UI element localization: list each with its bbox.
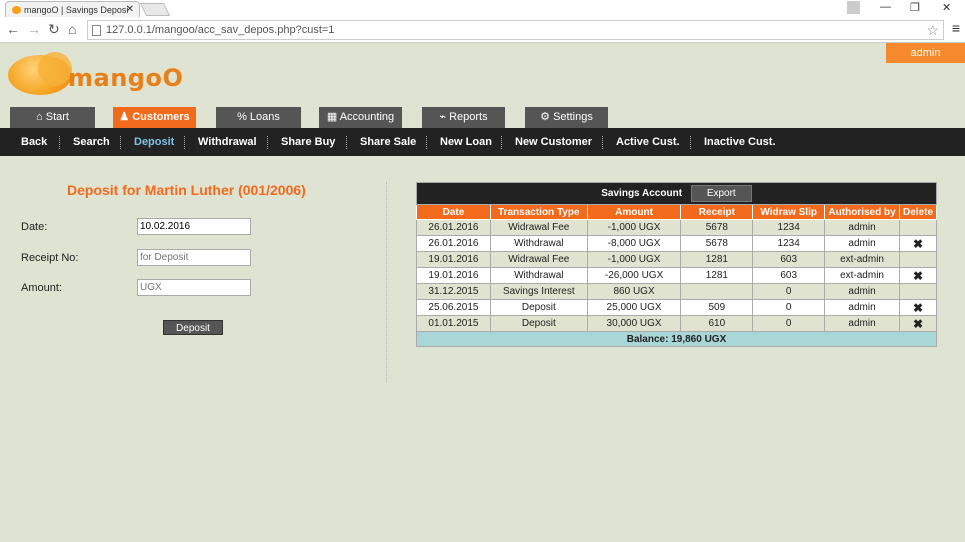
browser-tab-strip: mangoO | Savings Deposi ✕ — ❐ ✕	[0, 0, 965, 17]
deposit-button[interactable]: Deposit	[163, 320, 223, 335]
profile-icon[interactable]	[847, 1, 860, 14]
calculator-icon: ▦	[326, 111, 340, 123]
table-row: 31.12.2015 Savings Interest 860 UGX 0 ad…	[416, 283, 938, 300]
date-input[interactable]	[137, 218, 251, 235]
forward-arrow-icon[interactable]: →	[27, 21, 41, 37]
home-icon[interactable]: ⌂	[68, 21, 76, 37]
nav-deposit[interactable]: Deposit	[134, 128, 174, 156]
delete-icon[interactable]: ✖	[898, 299, 938, 316]
table-row: 26.01.2016 Withdrawal -8,000 UGX 5678 12…	[416, 235, 938, 252]
chart-icon: ⌁	[439, 111, 450, 123]
tab-accounting[interactable]: ▦ Accounting	[319, 107, 402, 128]
col-transaction-type: Transaction Type	[489, 204, 588, 220]
gear-icon: ⚙	[540, 111, 554, 123]
tab-settings[interactable]: ⚙ Settings	[525, 107, 608, 128]
close-tab-icon[interactable]: ✕	[126, 4, 134, 15]
export-button[interactable]: Export	[690, 185, 752, 202]
nav-new-loan[interactable]: New Loan	[440, 128, 492, 156]
col-amount: Amount	[586, 204, 682, 220]
address-bar[interactable]: 127.0.0.1/mangoo/acc_sav_depos.php?cust=…	[87, 20, 944, 40]
receipt-input[interactable]	[137, 249, 251, 266]
nav-share-sale[interactable]: Share Sale	[360, 128, 416, 156]
tab-start[interactable]: ⌂ Start	[10, 107, 95, 128]
user-badge[interactable]: admin	[886, 43, 965, 63]
browser-tab[interactable]: mangoO | Savings Deposi ✕	[5, 1, 140, 17]
table-row: 25.06.2015 Deposit 25,000 UGX 509 0 admi…	[416, 299, 938, 316]
mango-favicon-icon	[12, 5, 21, 14]
back-arrow-icon[interactable]: ←	[6, 21, 20, 37]
nav-back[interactable]: Back	[21, 128, 47, 156]
browser-toolbar: ← → ↻ ⌂ 127.0.0.1/mangoo/acc_sav_depos.p…	[0, 17, 965, 43]
browser-menu-icon[interactable]: ≡	[952, 20, 960, 36]
tab-reports[interactable]: ⌁ Reports	[422, 107, 505, 128]
home-icon: ⌂	[36, 111, 46, 123]
nav-new-customer[interactable]: New Customer	[515, 128, 592, 156]
receipt-label: Receipt No:	[21, 252, 79, 264]
delete-icon[interactable]: ✖	[898, 315, 938, 332]
minimize-button[interactable]: —	[880, 1, 891, 13]
percent-icon: %	[237, 111, 250, 123]
tab-loans[interactable]: % Loans	[216, 107, 301, 128]
mangoo-logo: mangoO	[8, 52, 188, 102]
close-window-button[interactable]: ✕	[942, 1, 951, 14]
bookmark-star-icon[interactable]: ☆	[926, 22, 939, 39]
table-row: 19.01.2016 Withdrawal -26,000 UGX 1281 6…	[416, 267, 938, 284]
col-delete: Delete	[898, 204, 938, 220]
nav-active-customers[interactable]: Active Cust.	[616, 128, 680, 156]
col-date: Date	[416, 204, 491, 220]
page-icon	[92, 25, 101, 36]
col-authorised-by: Authorised by	[824, 204, 900, 220]
nav-withdrawal[interactable]: Withdrawal	[198, 128, 257, 156]
user-icon: ♟	[119, 111, 133, 123]
col-widraw-slip: Widraw Slip	[752, 204, 826, 220]
date-label: Date:	[21, 221, 48, 233]
account-title: Savings Account	[601, 188, 683, 199]
restore-button[interactable]: ❐	[910, 1, 920, 14]
browser-tab-title: mangoO | Savings Deposi	[24, 4, 129, 15]
delete-icon[interactable]: ✖	[898, 267, 938, 284]
url-text: 127.0.0.1/mangoo/acc_sav_depos.php?cust=…	[106, 24, 335, 36]
amount-label: Amount:	[21, 282, 62, 294]
delete-icon[interactable]: ✖	[898, 235, 938, 252]
nav-inactive-customers[interactable]: Inactive Cust.	[704, 128, 776, 156]
sub-navigation: Back Search Deposit Withdrawal Share Buy…	[0, 128, 965, 156]
savings-account-table: Savings Account Export Date Transaction …	[416, 182, 938, 347]
table-row: 19.01.2016 Widrawal Fee -1,000 UGX 1281 …	[416, 251, 938, 268]
balance-row: Balance: 19,860 UGX	[416, 331, 937, 347]
amount-input[interactable]	[137, 279, 251, 296]
table-row: 01.01.2015 Deposit 30,000 UGX 610 0 admi…	[416, 315, 938, 332]
nav-search[interactable]: Search	[73, 128, 110, 156]
table-row: 26.01.2016 Widrawal Fee -1,000 UGX 5678 …	[416, 219, 938, 236]
tab-customers[interactable]: ♟ Customers	[113, 107, 196, 128]
nav-share-buy[interactable]: Share Buy	[281, 128, 335, 156]
column-divider	[386, 182, 387, 382]
table-caption: Savings Account Export	[416, 182, 937, 205]
balance-text: Balance: 19,860 UGX	[416, 331, 937, 347]
col-receipt: Receipt	[680, 204, 754, 220]
new-tab-button[interactable]	[139, 3, 171, 16]
reload-icon[interactable]: ↻	[48, 21, 60, 38]
form-title: Deposit for Martin Luther (001/2006)	[67, 182, 306, 198]
logo-text: mangoO	[68, 64, 184, 92]
